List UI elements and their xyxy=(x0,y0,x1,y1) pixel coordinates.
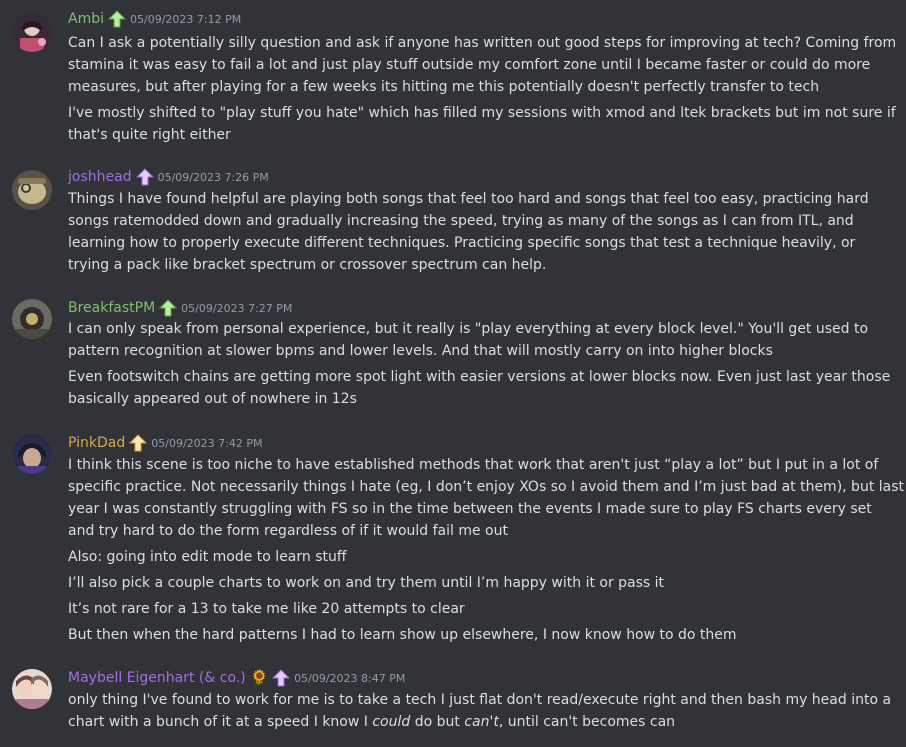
message-line: that's quite right either xyxy=(68,127,231,143)
italic-text: could xyxy=(372,714,411,730)
message-line: measures, but after playing for a few we… xyxy=(68,79,820,95)
message-line: I’ll also pick a couple charts to work o… xyxy=(68,575,665,591)
message-line: Can I ask a potentially silly question a… xyxy=(68,35,897,51)
username[interactable]: BreakfastPM xyxy=(68,300,155,316)
message-line: pattern recognition at slower bpms and l… xyxy=(68,343,773,359)
message-content: only thing I've found to work for me is … xyxy=(68,689,892,733)
message-line: songs ratemodded down and gradually incr… xyxy=(68,213,854,229)
avatar-maybell[interactable] xyxy=(12,669,52,709)
message-content: I can only speak from personal experienc… xyxy=(68,318,891,410)
message-line: Also: going into edit mode to learn stuf… xyxy=(68,549,347,565)
message-line: specific practice. Not necessarily thing… xyxy=(68,479,905,495)
username[interactable]: joshhead xyxy=(68,169,132,185)
message-header: Maybell Eigenhart (& co.) 🌻 05/09/2023 8… xyxy=(68,667,405,689)
arrow-up-icon xyxy=(158,299,178,317)
timestamp[interactable]: 05/09/2023 7:26 PM xyxy=(158,171,269,184)
text-segment: do but xyxy=(410,714,465,730)
message-content: Things I have found helpful are playing … xyxy=(68,188,869,276)
message-line: Even footswitch chains are getting more … xyxy=(68,369,891,385)
username[interactable]: PinkDad xyxy=(68,435,125,451)
message-line: and try hard to do the form regardless o… xyxy=(68,523,508,539)
timestamp[interactable]: 05/09/2023 7:42 PM xyxy=(151,437,262,450)
message-line: year I was constantly struggling with FS… xyxy=(68,501,872,517)
message-line: I think this scene is too niche to have … xyxy=(68,457,879,473)
timestamp[interactable]: 05/09/2023 7:27 PM xyxy=(181,302,292,315)
message-line: I've mostly shifted to "play stuff you h… xyxy=(68,105,896,121)
message-line: But then when the hard patterns I had to… xyxy=(68,627,737,643)
message-header: PinkDad 05/09/2023 7:42 PM xyxy=(68,432,263,454)
avatar-pinkdad[interactable] xyxy=(12,434,52,474)
arrow-up-icon xyxy=(129,434,148,452)
message-line: learning how to properly execute differe… xyxy=(68,235,856,251)
text-segment: chart with a bunch of it at a speed I kn… xyxy=(68,714,373,730)
message-line: trying a pack like bracket spectrum or c… xyxy=(68,257,547,273)
message-line: Things I have found helpful are playing … xyxy=(68,191,869,207)
message-line: basically appeared out of nowhere in 12s xyxy=(68,391,357,407)
avatar-joshhead[interactable] xyxy=(12,170,52,210)
chat-messages: Ambi 05/09/2023 7:12 PM Can I ask a pote… xyxy=(0,0,906,747)
timestamp[interactable]: 05/09/2023 8:47 PM xyxy=(294,672,405,685)
arrow-up-icon xyxy=(135,168,154,186)
message-line: stamina it was easy to fail a lot and ju… xyxy=(68,57,871,73)
avatar-ambi[interactable] xyxy=(12,12,52,52)
arrow-up-icon xyxy=(107,10,127,28)
message-line: only thing I've found to work for me is … xyxy=(68,692,892,708)
message-content: I think this scene is too niche to have … xyxy=(68,454,905,646)
username[interactable]: Ambi xyxy=(68,11,104,27)
avatar-breakfastpm[interactable] xyxy=(12,299,52,339)
message-line: I can only speak from personal experienc… xyxy=(68,321,869,337)
message-header: Ambi 05/09/2023 7:12 PM xyxy=(68,8,241,30)
message-header: BreakfastPM 05/09/2023 7:27 PM xyxy=(68,297,292,319)
arrow-up-icon xyxy=(271,669,291,687)
message-header: joshhead 05/09/2023 7:26 PM xyxy=(68,166,269,188)
username[interactable]: Maybell Eigenhart (& co.) xyxy=(68,670,246,686)
message-line: It’s not rare for a 13 to take me like 2… xyxy=(68,601,465,617)
message-content: Can I ask a potentially silly question a… xyxy=(68,32,897,146)
timestamp[interactable]: 05/09/2023 7:12 PM xyxy=(130,13,241,26)
sunflower-icon: 🌻 xyxy=(250,670,269,686)
message-line: chart with a bunch of it at a speed I kn… xyxy=(68,711,868,733)
italic-text: can't xyxy=(464,714,499,730)
text-segment: , until can't becomes can xyxy=(498,714,676,730)
